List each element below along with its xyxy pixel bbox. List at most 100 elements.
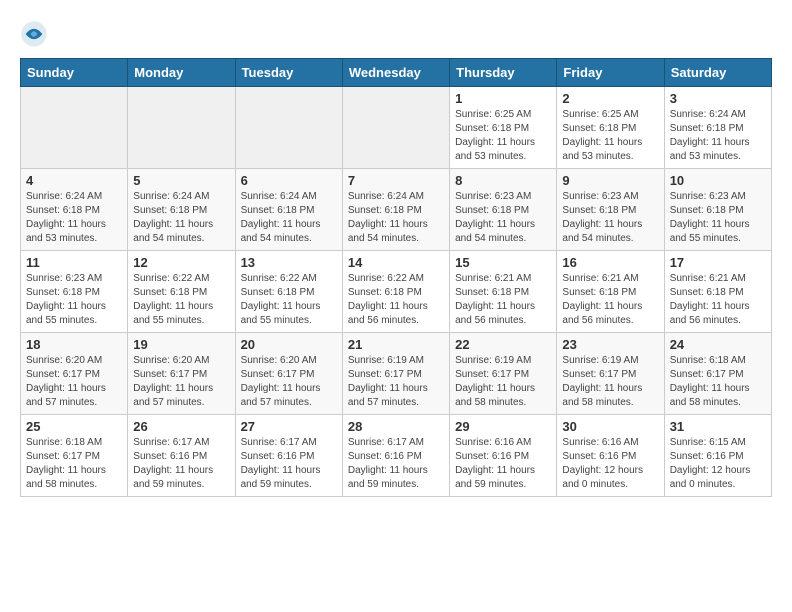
- day-of-week-header: Friday: [557, 59, 664, 87]
- calendar-cell: [21, 87, 128, 169]
- day-number: 6: [241, 173, 337, 188]
- day-number: 10: [670, 173, 766, 188]
- day-of-week-header: Wednesday: [342, 59, 449, 87]
- calendar-cell: 29 Sunrise: 6:16 AM Sunset: 6:16 PM Dayli…: [450, 415, 557, 497]
- day-number: 31: [670, 419, 766, 434]
- day-info: Sunrise: 6:17 AM Sunset: 6:16 PM Dayligh…: [241, 436, 337, 492]
- day-of-week-header: Monday: [128, 59, 235, 87]
- calendar-cell: 21Sunrise: 6:19 AM Sunset: 6:17 PM Dayli…: [342, 333, 449, 415]
- day-info: Sunrise: 6:23 AM Sunset: 6:18 PM Dayligh…: [26, 272, 122, 328]
- calendar-cell: 7Sunrise: 6:24 AM Sunset: 6:18 PM Daylig…: [342, 169, 449, 251]
- calendar-cell: 18Sunrise: 6:20 AM Sunset: 6:17 PM Dayli…: [21, 333, 128, 415]
- day-number: 2: [562, 91, 658, 106]
- calendar-cell: 10 Sunrise: 6:23 AM Sunset: 6:18 PM Dayli…: [664, 169, 771, 251]
- day-info: Sunrise: 6:17 AM Sunset: 6:16 PM Dayligh…: [348, 436, 444, 492]
- calendar-week-row: 18 Sunrise: 6:20 AM Sunset: 6:17 PM Dayli…: [21, 333, 772, 415]
- calendar-week-row: 1 Sunrise: 6:25 AM Sunset: 6:18 PM Daylig…: [21, 87, 772, 169]
- day-info: Sunrise: 6:20 AM Sunset: 6:17 PM Dayligh…: [241, 354, 337, 410]
- day-number: 23: [562, 337, 658, 352]
- day-number: 5: [133, 173, 229, 188]
- day-number: 1: [455, 91, 551, 106]
- day-number: 29: [455, 419, 551, 434]
- calendar-cell: 24Sunrise: 6:18 AM Sunset: 6:17 PM Dayli…: [664, 333, 771, 415]
- day-info: Sunrise: 6:23 AM Sunset: 6:18 PM Dayligh…: [562, 190, 658, 246]
- day-info: Sunrise: 6:25 AM Sunset: 6:18 PM Dayligh…: [562, 108, 658, 164]
- calendar-cell: 4 Sunrise: 6:24 AM Sunset: 6:18 PM Daylig…: [21, 169, 128, 251]
- day-info: Sunrise: 6:23 AM Sunset: 6:18 PM Dayligh…: [670, 190, 766, 246]
- day-info: Sunrise: 6:16 AM Sunset: 6:16 PM Dayligh…: [562, 436, 658, 492]
- day-number: 26: [133, 419, 229, 434]
- day-number: 15: [455, 255, 551, 270]
- calendar-week-row: 11 Sunrise: 6:23 AM Sunset: 6:18 PM Dayli…: [21, 251, 772, 333]
- day-number: 18: [26, 337, 122, 352]
- day-info: Sunrise: 6:21 AM Sunset: 6:18 PM Dayligh…: [455, 272, 551, 328]
- header: [20, 20, 772, 48]
- day-info: Sunrise: 6:24 AM Sunset: 6:18 PM Dayligh…: [670, 108, 766, 164]
- day-number: 21: [348, 337, 444, 352]
- calendar-table: SundayMondayTuesdayWednesdayThursdayFrid…: [20, 58, 772, 497]
- calendar-cell: 23 Sunrise: 6:19 AM Sunset: 6:17 PM Dayli…: [557, 333, 664, 415]
- calendar-cell: 15 Sunrise: 6:21 AM Sunset: 6:18 PM Dayli…: [450, 251, 557, 333]
- calendar-cell: 22 Sunrise: 6:19 AM Sunset: 6:17 PM Dayli…: [450, 333, 557, 415]
- calendar-cell: [342, 87, 449, 169]
- calendar-cell: 5 Sunrise: 6:24 AM Sunset: 6:18 PM Daylig…: [128, 169, 235, 251]
- day-info: Sunrise: 6:16 AM Sunset: 6:16 PM Dayligh…: [455, 436, 551, 492]
- calendar-header: SundayMondayTuesdayWednesdayThursdayFrid…: [21, 59, 772, 87]
- day-number: 4: [26, 173, 122, 188]
- day-info: Sunrise: 6:18 AM Sunset: 6:17 PM Dayligh…: [26, 436, 122, 492]
- day-number: 24: [670, 337, 766, 352]
- calendar-cell: 26 Sunrise: 6:17 AM Sunset: 6:16 PM Dayli…: [128, 415, 235, 497]
- day-info: Sunrise: 6:17 AM Sunset: 6:16 PM Dayligh…: [133, 436, 229, 492]
- day-of-week-header: Sunday: [21, 59, 128, 87]
- day-number: 22: [455, 337, 551, 352]
- calendar-cell: 14 Sunrise: 6:22 AM Sunset: 6:18 PM Dayli…: [342, 251, 449, 333]
- day-info: Sunrise: 6:15 AM Sunset: 6:16 PM Dayligh…: [670, 436, 766, 492]
- day-of-week-header: Thursday: [450, 59, 557, 87]
- day-number: 7: [348, 173, 444, 188]
- day-number: 27: [241, 419, 337, 434]
- day-number: 9: [562, 173, 658, 188]
- calendar-cell: 30 Sunrise: 6:16 AM Sunset: 6:16 PM Dayli…: [557, 415, 664, 497]
- days-of-week-row: SundayMondayTuesdayWednesdayThursdayFrid…: [21, 59, 772, 87]
- day-number: 30: [562, 419, 658, 434]
- day-info: Sunrise: 6:24 AM Sunset: 6:18 PM Dayligh…: [26, 190, 122, 246]
- day-number: 13: [241, 255, 337, 270]
- day-number: 19: [133, 337, 229, 352]
- calendar-body: 1 Sunrise: 6:25 AM Sunset: 6:18 PM Daylig…: [21, 87, 772, 497]
- calendar-cell: [235, 87, 342, 169]
- day-info: Sunrise: 6:22 AM Sunset: 6:18 PM Dayligh…: [241, 272, 337, 328]
- day-info: Sunrise: 6:21 AM Sunset: 6:18 PM Dayligh…: [670, 272, 766, 328]
- day-info: Sunrise: 6:24 AM Sunset: 6:18 PM Dayligh…: [133, 190, 229, 246]
- day-number: 8: [455, 173, 551, 188]
- day-info: Sunrise: 6:22 AM Sunset: 6:18 PM Dayligh…: [133, 272, 229, 328]
- calendar-cell: 12Sunrise: 6:22 AM Sunset: 6:18 PM Dayli…: [128, 251, 235, 333]
- day-number: 25: [26, 419, 122, 434]
- calendar-cell: 11 Sunrise: 6:23 AM Sunset: 6:18 PM Dayli…: [21, 251, 128, 333]
- day-number: 16: [562, 255, 658, 270]
- day-info: Sunrise: 6:24 AM Sunset: 6:18 PM Dayligh…: [241, 190, 337, 246]
- day-of-week-header: Tuesday: [235, 59, 342, 87]
- calendar-week-row: 25 Sunrise: 6:18 AM Sunset: 6:17 PM Dayli…: [21, 415, 772, 497]
- day-number: 17: [670, 255, 766, 270]
- day-of-week-header: Saturday: [664, 59, 771, 87]
- calendar-cell: 1 Sunrise: 6:25 AM Sunset: 6:18 PM Daylig…: [450, 87, 557, 169]
- day-number: 28: [348, 419, 444, 434]
- calendar-cell: 6 Sunrise: 6:24 AM Sunset: 6:18 PM Daylig…: [235, 169, 342, 251]
- calendar-cell: 2 Sunrise: 6:25 AM Sunset: 6:18 PM Daylig…: [557, 87, 664, 169]
- day-number: 20: [241, 337, 337, 352]
- day-number: 11: [26, 255, 122, 270]
- calendar-cell: 28 Sunrise: 6:17 AM Sunset: 6:16 PM Dayli…: [342, 415, 449, 497]
- day-info: Sunrise: 6:19 AM Sunset: 6:17 PM Dayligh…: [562, 354, 658, 410]
- calendar-cell: 31 Sunrise: 6:15 AM Sunset: 6:16 PM Dayli…: [664, 415, 771, 497]
- day-info: Sunrise: 6:19 AM Sunset: 6:17 PM Dayligh…: [455, 354, 551, 410]
- day-info: Sunrise: 6:20 AM Sunset: 6:17 PM Dayligh…: [133, 354, 229, 410]
- day-number: 3: [670, 91, 766, 106]
- day-info: Sunrise: 6:22 AM Sunset: 6:18 PM Dayligh…: [348, 272, 444, 328]
- calendar-cell: 20 Sunrise: 6:20 AM Sunset: 6:17 PM Dayli…: [235, 333, 342, 415]
- calendar-cell: 25 Sunrise: 6:18 AM Sunset: 6:17 PM Dayli…: [21, 415, 128, 497]
- logo-icon: [20, 20, 48, 48]
- day-number: 14: [348, 255, 444, 270]
- day-info: Sunrise: 6:25 AM Sunset: 6:18 PM Dayligh…: [455, 108, 551, 164]
- day-info: Sunrise: 6:21 AM Sunset: 6:18 PM Dayligh…: [562, 272, 658, 328]
- calendar-cell: 17 Sunrise: 6:21 AM Sunset: 6:18 PM Dayli…: [664, 251, 771, 333]
